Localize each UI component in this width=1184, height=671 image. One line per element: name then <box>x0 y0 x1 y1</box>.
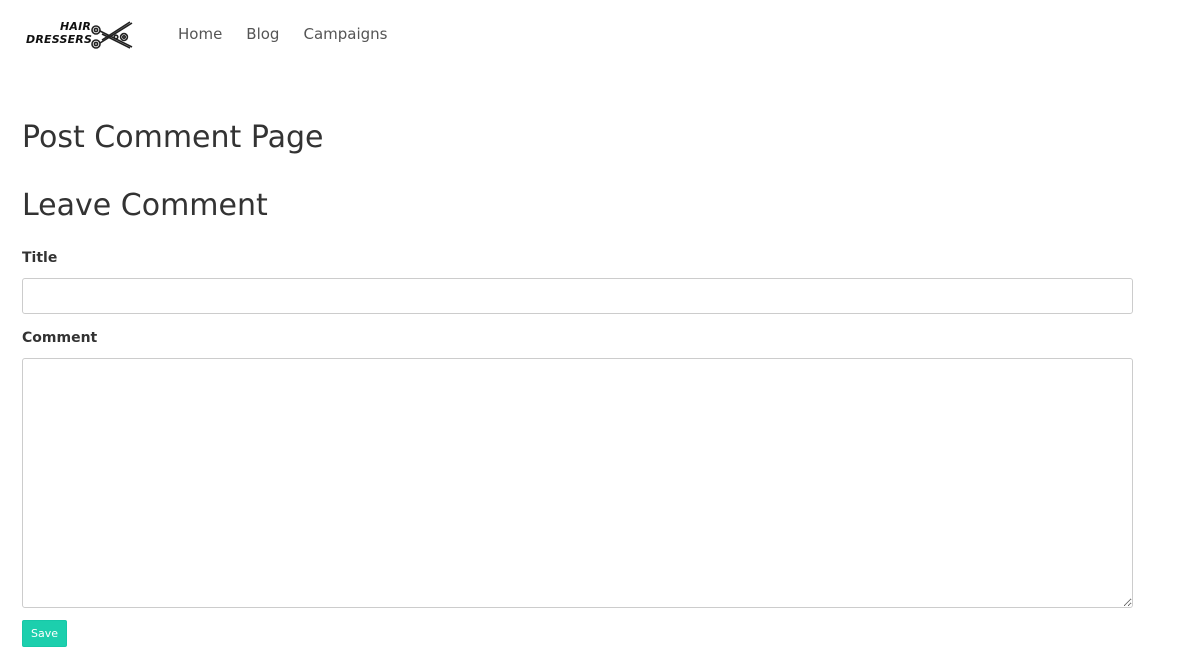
comment-textarea[interactable] <box>22 358 1133 608</box>
brand-line-1: HAIR <box>60 20 92 33</box>
brand-logo[interactable]: HAIR DRESSERS <box>24 16 140 54</box>
title-input[interactable] <box>22 278 1133 314</box>
navbar: HAIR DRESSERS Home Blog Campaigns <box>0 0 1184 72</box>
brand-line-2: DRESSERS <box>26 33 93 46</box>
nav-link-home[interactable]: Home <box>178 25 222 43</box>
page-title: Post Comment Page <box>22 120 324 155</box>
main-nav: Home Blog Campaigns <box>178 25 387 43</box>
nav-link-campaigns[interactable]: Campaigns <box>303 25 387 43</box>
brand-text: HAIR DRESSERS <box>26 20 92 46</box>
title-label: Title <box>22 250 58 266</box>
nav-link-blog[interactable]: Blog <box>246 25 279 43</box>
section-title: Leave Comment <box>22 188 268 223</box>
scissors-icon <box>91 21 133 49</box>
comment-label: Comment <box>22 330 98 346</box>
save-button[interactable]: Save <box>22 620 67 647</box>
